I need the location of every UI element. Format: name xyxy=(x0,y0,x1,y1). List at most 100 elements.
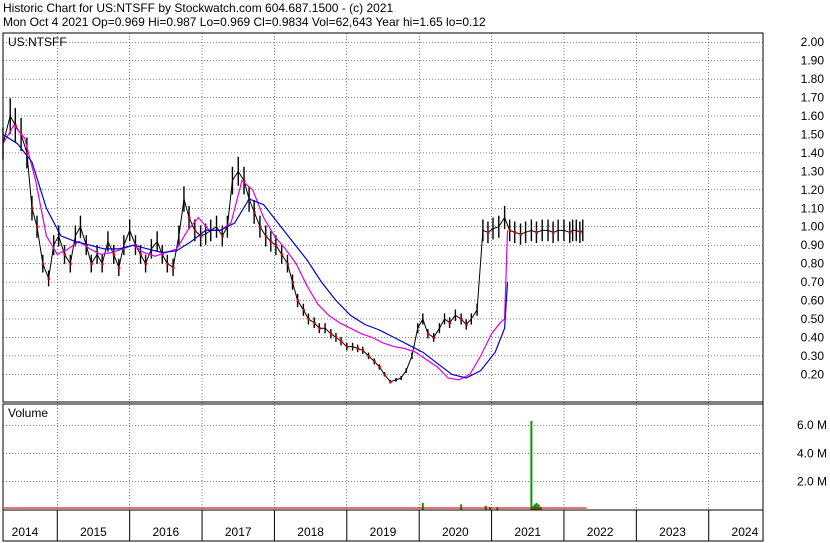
price-tick-label: 0.80 xyxy=(801,257,825,271)
down-close-marker xyxy=(329,332,333,336)
down-close-marker xyxy=(460,317,463,321)
down-close-marker xyxy=(448,321,452,325)
volume-panel-title: Volume xyxy=(8,406,48,420)
down-close-marker xyxy=(426,332,430,336)
price-panel-title: US:NTSFF xyxy=(8,35,67,49)
down-close-marker xyxy=(307,317,310,321)
x-tick-label: 2021 xyxy=(514,525,541,539)
volume-tick-label: 2.0 M xyxy=(797,475,827,489)
down-close-marker xyxy=(373,360,376,363)
price-tick-label: 1.10 xyxy=(801,201,825,215)
price-tick-label: 1.50 xyxy=(801,127,825,141)
down-close-marker xyxy=(432,336,436,339)
grid-layer xyxy=(3,33,763,510)
down-close-marker xyxy=(63,253,67,256)
down-close-marker xyxy=(296,299,300,303)
price-tick-label: 1.60 xyxy=(801,109,825,123)
x-tick-label: 2015 xyxy=(80,525,107,539)
chart-root: Historic Chart for US:NTSFF by Stockwatc… xyxy=(0,0,830,543)
chart-labels: 2.00 1.90 1.80 1.70 1.60 1.50 1.40 1.30 1.20 1.10… xyxy=(8,35,827,539)
price-tick-label: 1.30 xyxy=(801,164,825,178)
down-close-marker xyxy=(361,349,365,352)
down-close-marker xyxy=(313,321,316,325)
down-close-marker xyxy=(30,207,34,210)
down-close-marker xyxy=(513,231,517,234)
x-tick-label: 2018 xyxy=(297,525,324,539)
down-close-marker xyxy=(188,216,191,219)
down-close-marker xyxy=(139,253,143,256)
volume-tick-label: 4.0 M xyxy=(797,446,827,460)
price-tick-label: 0.20 xyxy=(801,367,825,381)
volume-bar xyxy=(530,420,533,510)
price-tick-label: 1.40 xyxy=(801,146,825,160)
price-tick-label: 1.80 xyxy=(801,72,825,86)
price-tick-label: 0.30 xyxy=(801,349,825,363)
down-close-marker xyxy=(302,308,305,312)
down-close-marker xyxy=(345,345,349,349)
down-close-marker xyxy=(286,262,289,266)
x-tick-label: 2024 xyxy=(732,525,759,539)
x-tick-label: 2019 xyxy=(370,525,397,539)
down-close-marker xyxy=(291,281,295,284)
down-close-marker xyxy=(568,231,572,234)
volume-panel-frame xyxy=(2,403,764,511)
down-close-marker xyxy=(508,229,512,232)
down-close-marker xyxy=(318,327,321,330)
chart-frame xyxy=(2,32,764,542)
price-tick-label: 0.40 xyxy=(801,330,825,344)
down-close-marker xyxy=(193,229,197,232)
price-tick-label: 0.70 xyxy=(801,275,825,289)
down-close-marker xyxy=(69,262,72,266)
down-close-marker xyxy=(356,347,360,350)
price-tick-label: 1.70 xyxy=(801,91,825,105)
price-tick-label: 0.50 xyxy=(801,312,825,326)
down-close-marker xyxy=(36,225,39,229)
price-tick-label: 0.90 xyxy=(801,238,825,252)
down-close-marker xyxy=(47,277,51,280)
down-close-marker xyxy=(172,266,175,269)
price-tick-label: 1.00 xyxy=(801,220,825,234)
x-tick-label: 2022 xyxy=(587,525,614,539)
down-close-marker xyxy=(378,365,381,369)
down-close-marker xyxy=(117,266,121,269)
down-close-marker xyxy=(253,210,256,214)
down-close-marker xyxy=(112,253,116,256)
down-close-marker xyxy=(578,231,582,234)
down-close-marker xyxy=(264,234,268,238)
down-close-marker xyxy=(144,262,148,266)
down-close-marker xyxy=(552,231,555,234)
down-close-marker xyxy=(258,225,262,229)
down-close-marker xyxy=(486,231,490,234)
down-close-marker xyxy=(519,233,523,236)
down-close-marker xyxy=(465,323,468,327)
price-tick-label: 2.00 xyxy=(801,35,825,49)
down-close-marker xyxy=(90,262,93,266)
down-close-marker xyxy=(274,244,278,247)
price-tick-label: 1.20 xyxy=(801,183,825,197)
down-close-marker xyxy=(389,380,392,384)
x-tick-label: 2014 xyxy=(12,525,39,539)
down-close-marker xyxy=(101,262,104,266)
x-tick-label: 2016 xyxy=(153,525,180,539)
down-close-marker xyxy=(340,340,343,343)
x-tick-label: 2017 xyxy=(225,525,252,539)
volume-bars xyxy=(4,420,587,510)
chart-canvas: 2.00 1.90 1.80 1.70 1.60 1.50 1.40 1.30 1.20 1.10… xyxy=(2,32,827,542)
moving-average-short-line xyxy=(2,124,509,381)
price-series xyxy=(2,98,584,384)
price-tick-label: 0.60 xyxy=(801,294,825,308)
down-close-marker xyxy=(221,234,224,238)
volume-baseline-strip xyxy=(4,507,587,509)
price-tick-label: 1.90 xyxy=(801,54,825,68)
price-panel-frame xyxy=(2,32,764,403)
down-close-marker xyxy=(280,253,284,256)
moving-average-long-line xyxy=(2,133,509,379)
down-close-marker xyxy=(41,262,45,266)
volume-tick-label: 6.0 M xyxy=(797,418,827,432)
x-tick-label: 2020 xyxy=(442,525,469,539)
down-close-marker xyxy=(367,354,371,358)
down-close-marker xyxy=(535,231,538,234)
down-close-marker xyxy=(269,240,273,243)
down-close-marker xyxy=(383,373,386,376)
x-tick-label: 2023 xyxy=(659,525,686,539)
